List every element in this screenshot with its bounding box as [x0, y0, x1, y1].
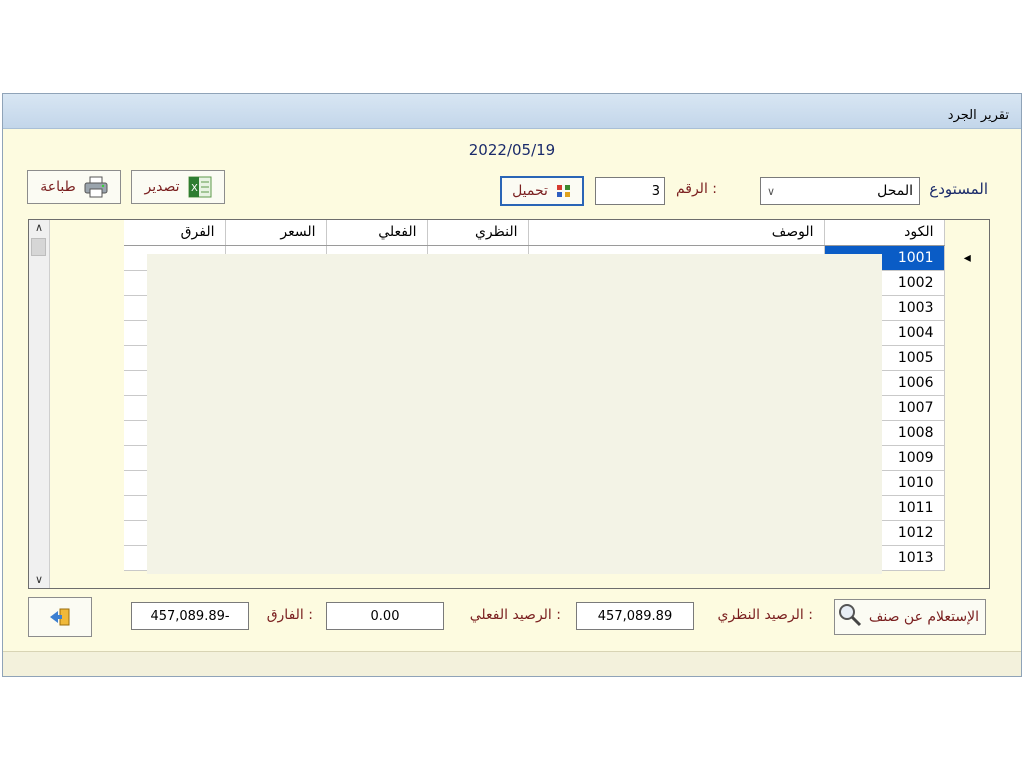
- report-date: 2022/05/19: [468, 141, 556, 159]
- search-item-label: الإستعلام عن صنف: [868, 609, 979, 625]
- theoretical-balance-value: 457,089.89: [597, 608, 673, 624]
- title-bar: تقرير الجرد: [3, 94, 1021, 129]
- col-header-price[interactable]: السعر: [225, 220, 327, 246]
- chevron-down-icon: ∨: [767, 184, 776, 198]
- row-indicator-header: [944, 220, 989, 245]
- row-indicator: [944, 395, 989, 420]
- difference-value: 457,089.89-: [150, 608, 230, 624]
- exit-button[interactable]: [28, 597, 92, 637]
- theoretical-balance-field: 457,089.89: [576, 602, 694, 630]
- warehouse-select[interactable]: ∨ المحل: [760, 177, 920, 205]
- scroll-thumb[interactable]: [31, 238, 46, 256]
- redacted-area: [147, 254, 882, 574]
- row-indicator: [944, 520, 989, 545]
- export-button[interactable]: تصدير X: [131, 170, 225, 204]
- row-indicator: [944, 470, 989, 495]
- warehouse-value: المحل: [877, 183, 913, 199]
- number-input[interactable]: 3: [595, 177, 665, 205]
- inventory-report-window: تقرير الجرد 2022/05/19 المستودع ∨ المحل …: [2, 93, 1022, 677]
- col-header-theoretical[interactable]: النظري: [427, 220, 529, 246]
- scroll-up-icon[interactable]: ∧: [29, 220, 49, 236]
- number-value: 3: [651, 183, 660, 199]
- theoretical-balance-label: الرصيد النظري :: [717, 607, 813, 623]
- svg-text:X: X: [191, 183, 198, 194]
- actual-balance-label: الرصيد الفعلي :: [469, 607, 561, 623]
- row-indicator: [944, 320, 989, 345]
- exit-icon: [50, 608, 70, 626]
- row-indicator: [944, 370, 989, 395]
- number-label: الرقم :: [675, 181, 717, 197]
- excel-icon: X: [188, 176, 211, 198]
- search-item-button[interactable]: الإستعلام عن صنف: [834, 599, 986, 635]
- row-indicator: [944, 445, 989, 470]
- col-header-actual[interactable]: الفعلي: [326, 220, 428, 246]
- row-indicator: [944, 345, 989, 370]
- status-bar: [3, 651, 1021, 676]
- row-indicator: [944, 495, 989, 520]
- row-indicator: [944, 295, 989, 320]
- difference-field: 457,089.89-: [131, 602, 249, 630]
- load-label: تحميل: [512, 183, 548, 199]
- load-icon: [556, 185, 570, 197]
- row-indicator: [944, 270, 989, 295]
- printer-icon: [84, 176, 108, 198]
- difference-label: الفارق :: [266, 607, 313, 623]
- print-button[interactable]: طباعة: [27, 170, 121, 204]
- window-title: تقرير الجرد: [947, 108, 1009, 123]
- current-row-indicator-icon: ◂: [944, 245, 989, 270]
- magnifier-icon: [839, 604, 862, 627]
- load-button[interactable]: تحميل: [500, 176, 584, 206]
- row-indicator: [944, 420, 989, 445]
- print-label: طباعة: [40, 179, 76, 195]
- scroll-down-icon[interactable]: ∨: [29, 572, 49, 588]
- row-indicator: [944, 545, 989, 570]
- actual-balance-value: 0.00: [370, 608, 400, 624]
- col-header-code[interactable]: الكود: [824, 220, 945, 246]
- table-header-row: الفرق السعر الفعلي النظري الوصف الكود: [124, 220, 989, 246]
- warehouse-label: المستودع: [929, 180, 988, 198]
- col-header-description[interactable]: الوصف: [528, 220, 825, 246]
- actual-balance-field: 0.00: [326, 602, 444, 630]
- export-label: تصدير: [144, 179, 180, 195]
- vertical-scrollbar[interactable]: ∧ ∨: [29, 220, 50, 588]
- col-header-difference[interactable]: الفرق: [124, 220, 226, 246]
